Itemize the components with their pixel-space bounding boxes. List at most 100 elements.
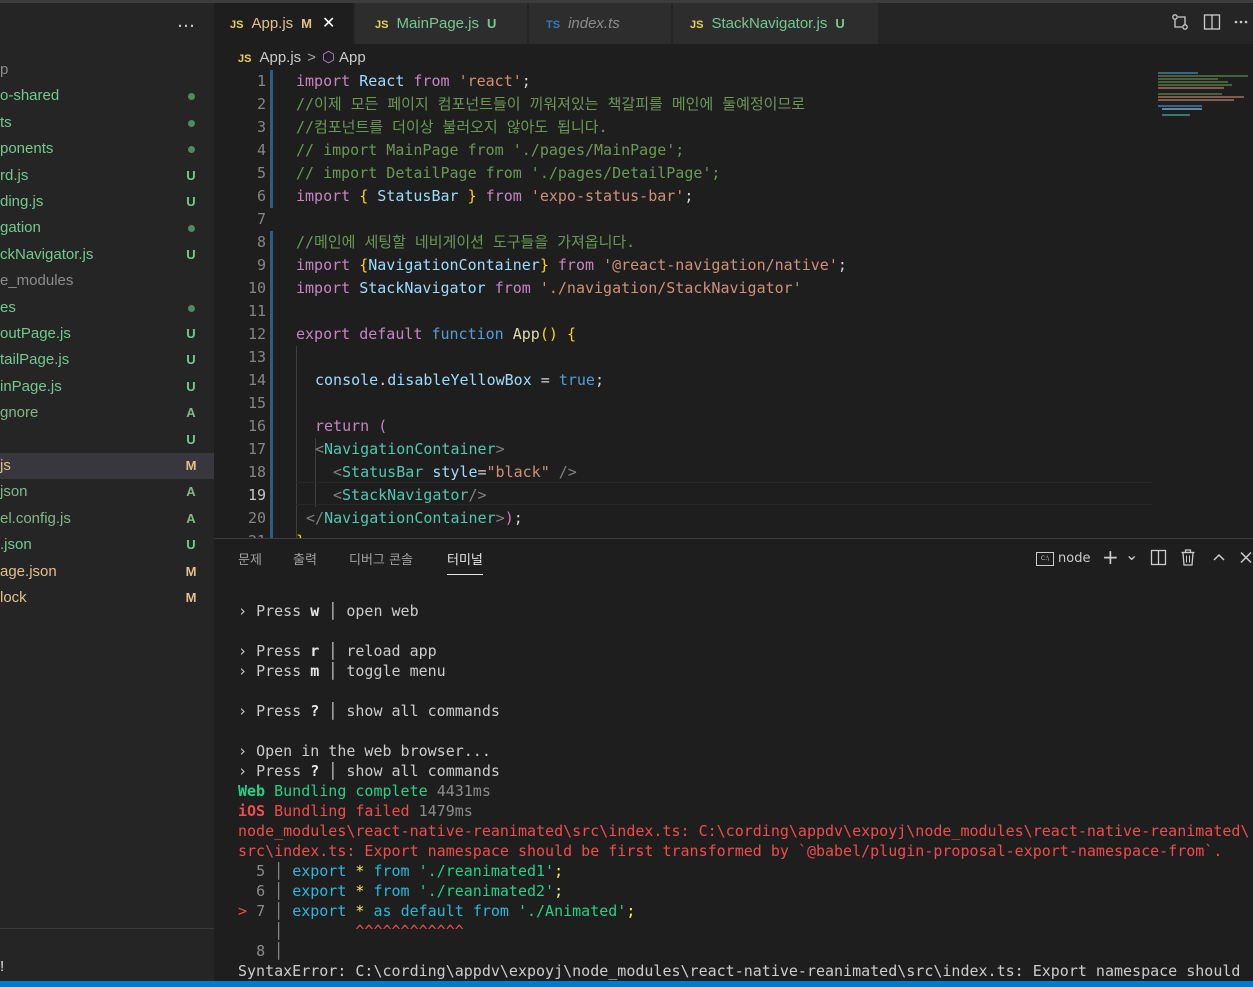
terminal-error-line: node_modules\react-native-reanimated\src… [238, 822, 1250, 840]
tree-item-label: ts [0, 113, 12, 131]
tab-problems[interactable]: 문제 [238, 549, 262, 568]
tab-index-ts[interactable]: TS index.ts [529, 3, 672, 44]
code-comment: //컴포넌트를 더이상 불러오지 않아도 됩니다. [296, 118, 608, 136]
tab-output[interactable]: 출력 [293, 549, 317, 568]
maximize-panel-icon[interactable] [1212, 549, 1226, 570]
terminal-error-line: src\index.ts: Export namespace should be… [238, 842, 1223, 860]
tab-debug-console[interactable]: 디버그 콘솔 [349, 549, 413, 568]
editor-actions [1163, 3, 1253, 44]
split-editor-icon[interactable] [1203, 13, 1221, 36]
code-line: 15 [214, 392, 1253, 415]
tree-item[interactable]: ts [0, 110, 214, 136]
line-number: 21 [214, 530, 266, 538]
terminal-code-frame-line: 5 │ export * from './reanimated1'; [256, 862, 564, 880]
tree-item[interactable]: rd.js U [0, 163, 214, 189]
split-terminal-icon[interactable] [1150, 549, 1167, 570]
code-line: 21} [214, 530, 1253, 538]
tab-label: MainPage.js [396, 15, 480, 32]
line-number: 11 [247, 302, 266, 320]
code-line: 4 // import MainPage from './pages/MainPa… [214, 139, 1253, 162]
git-folder-dot-icon [184, 110, 198, 136]
terminal-code-frame-line: 6 │ export * from './reanimated2'; [256, 882, 564, 900]
tree-item[interactable]: json A [0, 479, 214, 505]
code-line: 10 import StackNavigator from './navigati… [214, 277, 1253, 300]
tab-terminal[interactable]: 터미널 [447, 549, 483, 575]
more-actions-icon[interactable]: … [177, 11, 196, 32]
tree-item-label: es [0, 298, 16, 316]
ts-file-icon: TS [546, 19, 561, 31]
git-status-badge: U [835, 16, 845, 31]
git-status-badge: U [186, 167, 196, 183]
tree-item-label: ponents [0, 140, 54, 158]
code-comment: //이제 모든 페이지 컴포넌트들이 끼워져있는 책갈피를 메인에 둘예정이므로 [296, 95, 806, 113]
status-bar [0, 981, 1253, 987]
code-line: 2 //이제 모든 페이지 컴포넌트들이 끼워져있는 책갈피를 메인에 둘예정이므… [214, 93, 1253, 116]
trash-icon[interactable] [1180, 549, 1196, 570]
line-number: 6 [256, 187, 266, 205]
breadcrumb-symbol[interactable]: App [339, 49, 366, 66]
js-file-icon: JS [690, 19, 704, 31]
sidebar-divider [0, 928, 214, 929]
tree-item[interactable]: outPage.js U [0, 321, 214, 347]
breadcrumb-separator: > [307, 49, 316, 66]
tree-item[interactable]: lock M [0, 585, 214, 611]
tab-mainpage-js[interactable]: JS MainPage.js U [355, 3, 528, 44]
tree-item[interactable]: js M [0, 453, 214, 479]
git-status-badge: A [186, 484, 196, 500]
terminal-line: Web Bundling complete 4431ms [238, 782, 491, 800]
tree-item[interactable]: p [0, 57, 214, 83]
outline-section-label[interactable]: ! [0, 958, 4, 975]
more-actions-icon[interactable] [1233, 13, 1249, 36]
chevron-down-icon[interactable]: ⌄ [1125, 545, 1138, 564]
code-comment: // import DetailPage from './pages/Detai… [296, 164, 721, 182]
line-number: 19 [247, 486, 266, 504]
tree-item[interactable]: .json U [0, 532, 214, 558]
tree-item[interactable]: gation [0, 215, 214, 241]
tree-item[interactable]: inPage.js U [0, 374, 214, 400]
breadcrumb-file[interactable]: App.js [259, 49, 301, 66]
tree-item[interactable]: U [0, 427, 214, 453]
git-status-badge: A [186, 510, 196, 526]
line-number: 3 [256, 118, 266, 136]
code-editor[interactable]: 1 import React from 'react'; 2 //이제 모든 페이지… [214, 70, 1253, 538]
tree-item-label: p [0, 61, 9, 78]
code-line: 7 [214, 208, 1253, 231]
close-panel-icon[interactable] [1239, 549, 1253, 570]
tree-item[interactable]: es [0, 295, 214, 321]
git-folder-dot-icon [184, 295, 198, 321]
tree-item[interactable]: age.json M [0, 559, 214, 585]
close-icon[interactable]: ✕ [322, 15, 335, 32]
terminal-line: › Press r │ reload app [238, 642, 437, 660]
tree-item[interactable]: e_modules [0, 268, 214, 294]
line-number: 7 [256, 210, 266, 228]
tree-item[interactable]: o-shared [0, 83, 214, 109]
tree-item[interactable]: gnore A [0, 400, 214, 426]
tree-item[interactable]: ponents [0, 136, 214, 162]
line-number: 1 [256, 72, 266, 90]
code-line: 18 <StatusBar style="black" /> [214, 461, 1253, 484]
dot-icon [187, 93, 195, 101]
tree-item[interactable]: ckNavigator.js U [0, 242, 214, 268]
js-file-icon: JS [230, 19, 244, 31]
tree-item[interactable]: tailPage.js U [0, 347, 214, 373]
tree-item[interactable]: ding.js U [0, 189, 214, 215]
open-changes-icon[interactable] [1171, 13, 1189, 36]
tree-item[interactable]: el.config.js A [0, 506, 214, 532]
terminal-selector[interactable]: C:\ node [1036, 551, 1090, 566]
explorer-header: … [0, 3, 214, 43]
tree-item-label: js [0, 457, 11, 474]
terminal-line: › Press ? │ show all commands [238, 762, 500, 780]
terminal-code-frame-line: 8 │ [256, 942, 284, 960]
tab-app-js[interactable]: JS App.js M ✕ [214, 3, 354, 44]
tree-item-label: outPage.js [0, 325, 71, 342]
code-line: 6 import { StatusBar } from 'expo-status-… [214, 185, 1253, 208]
add-terminal-icon[interactable]: + [1102, 545, 1119, 569]
git-status-badge: U [186, 194, 196, 209]
code-line: 12 export default function App() { [214, 323, 1253, 346]
tab-stacknavigator-js[interactable]: JS StackNavigator.js U [673, 3, 879, 44]
git-folder-dot-icon [184, 136, 198, 162]
editor-tab-bar: JS App.js M ✕ JS MainPage.js U TS index.ts JS S… [214, 3, 1253, 44]
code-line: 19 <StackNavigator/> [214, 484, 1253, 507]
symbol-method-icon: ⬡ [321, 49, 336, 66]
tree-item-label: .json [0, 536, 32, 554]
